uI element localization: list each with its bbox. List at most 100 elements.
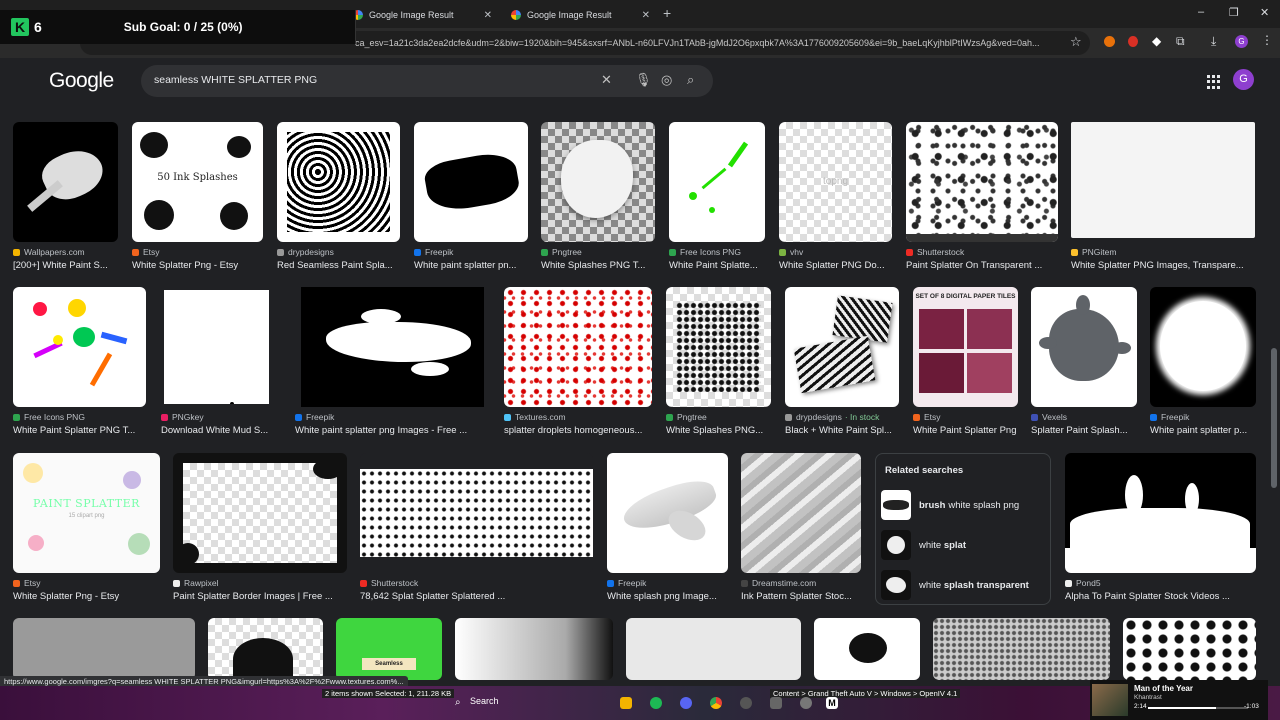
related-search-white-splash-transparent[interactable]: white splash transparent: [876, 565, 1050, 605]
result-thumbnail[interactable]: [1150, 287, 1256, 407]
image-result[interactable]: [814, 618, 920, 680]
related-search-white-splat[interactable]: white splat: [876, 525, 1050, 565]
result-title[interactable]: White Splatter PNG Images, Transpare...: [1071, 260, 1255, 271]
clear-icon[interactable]: ✕: [601, 72, 612, 88]
spotify-icon[interactable]: [650, 697, 662, 709]
result-title[interactable]: White paint splatter pn...: [414, 260, 528, 271]
result-thumbnail[interactable]: [414, 122, 528, 242]
result-title[interactable]: White Paint Splatte...: [669, 260, 765, 271]
result-title[interactable]: Red Seamless Paint Spla...: [277, 260, 400, 271]
result-title[interactable]: White Splatter PNG Do...: [779, 260, 892, 271]
result-thumbnail[interactable]: [504, 287, 652, 407]
image-result[interactable]: SET OF 8 DIGITAL PAPER TILES Etsy White …: [913, 287, 1018, 436]
result-title[interactable]: White Splatter Png - Etsy: [13, 591, 160, 602]
image-result[interactable]: Pngtree White Splashes PNG...: [666, 287, 771, 436]
image-result[interactable]: Rawpixel Paint Splatter Border Images | …: [173, 453, 347, 602]
result-thumbnail[interactable]: [906, 122, 1058, 242]
image-result[interactable]: Pngtree White Splashes PNG T...: [541, 122, 655, 271]
discord-icon[interactable]: [680, 697, 692, 709]
result-title[interactable]: Black + White Paint Spl...: [785, 425, 899, 436]
image-result[interactable]: PNGkey Download White Mud S...: [161, 287, 272, 436]
image-result[interactable]: Freepik White paint splatter png Images …: [295, 287, 490, 436]
result-thumbnail[interactable]: [626, 618, 801, 680]
result-title[interactable]: Paint Splatter Border Images | Free ...: [173, 591, 347, 602]
image-result[interactable]: Shutterstock Paint Splatter On Transpare…: [906, 122, 1058, 271]
result-title[interactable]: White splash png Image...: [607, 591, 728, 602]
image-result[interactable]: [626, 618, 801, 680]
result-thumbnail[interactable]: topng: [779, 122, 892, 242]
image-result[interactable]: [933, 618, 1110, 680]
result-thumbnail[interactable]: [607, 453, 728, 573]
image-result[interactable]: [13, 618, 195, 680]
image-result[interactable]: Vexels Splatter Paint Splash...: [1031, 287, 1137, 436]
result-thumbnail[interactable]: [541, 122, 655, 242]
result-title[interactable]: Ink Pattern Splatter Stoc...: [741, 591, 861, 602]
result-title[interactable]: 78,642 Splat Splatter Splattered ...: [360, 591, 593, 602]
close-tab-icon[interactable]: ✕: [642, 10, 650, 21]
image-result[interactable]: Freepik White paint splatter pn...: [414, 122, 528, 271]
taskbar-search-icon[interactable]: ⌕: [455, 697, 461, 708]
result-thumbnail[interactable]: [173, 453, 347, 573]
result-title[interactable]: White Splashes PNG...: [666, 425, 771, 436]
result-thumbnail[interactable]: 50 Ink Splashes: [132, 122, 263, 242]
result-thumbnail[interactable]: PAINT SPLATTER 15 clipart png: [13, 453, 160, 573]
image-result[interactable]: [208, 618, 323, 680]
result-thumbnail[interactable]: [1123, 618, 1256, 680]
result-title[interactable]: Download White Mud S...: [161, 425, 272, 436]
image-result[interactable]: Pond5 Alpha To Paint Splatter Stock Vide…: [1065, 453, 1256, 602]
image-result[interactable]: [1123, 618, 1256, 680]
result-title[interactable]: [200+] White Paint S...: [13, 260, 118, 271]
microphone-icon[interactable]: 🎙: [635, 72, 652, 88]
result-thumbnail[interactable]: [1065, 453, 1256, 573]
image-result[interactable]: PAINT SPLATTER 15 clipart png Etsy White…: [13, 453, 160, 602]
image-result[interactable]: Textures.com splatter droplets homogeneo…: [504, 287, 652, 436]
result-thumbnail[interactable]: [277, 122, 400, 242]
extension-icon[interactable]: [1104, 36, 1115, 47]
media-progress-track[interactable]: [1148, 707, 1248, 709]
image-result[interactable]: topng vhv White Splatter PNG Do...: [779, 122, 892, 271]
extensions-puzzle-icon[interactable]: ⧉: [1176, 34, 1185, 49]
image-result[interactable]: Seamless: [336, 618, 442, 680]
result-title[interactable]: White paint splatter p...: [1150, 425, 1256, 436]
result-thumbnail[interactable]: Seamless: [336, 618, 442, 680]
result-thumbnail[interactable]: [295, 287, 490, 407]
result-thumbnail[interactable]: [13, 287, 146, 407]
image-result[interactable]: Freepik White splash png Image...: [607, 453, 728, 602]
result-thumbnail[interactable]: [455, 618, 613, 680]
result-title[interactable]: Splatter Paint Splash...: [1031, 425, 1137, 436]
image-result[interactable]: Freepik White paint splatter p...: [1150, 287, 1256, 436]
image-result[interactable]: Wallpapers.com [200+] White Paint S...: [13, 122, 118, 271]
new-tab-button[interactable]: +: [663, 5, 671, 21]
result-thumbnail[interactable]: [785, 287, 899, 407]
result-title[interactable]: White Splatter Png - Etsy: [132, 260, 263, 271]
page-scrollbar[interactable]: [1268, 58, 1280, 686]
search-box[interactable]: seamless WHITE SPLATTER PNG ✕ 🎙 ◎ ⌕: [141, 65, 713, 97]
result-title[interactable]: White Paint Splatter PNG T...: [13, 425, 146, 436]
result-title[interactable]: White Paint Splatter Png - ...: [913, 425, 1018, 436]
result-title[interactable]: White paint splatter png Images - Free .…: [295, 425, 490, 436]
image-result[interactable]: PNGitem White Splatter PNG Images, Trans…: [1071, 122, 1255, 271]
result-thumbnail[interactable]: [814, 618, 920, 680]
search-icon[interactable]: ⌕: [687, 72, 694, 88]
image-result[interactable]: drypdesigns Red Seamless Paint Spla...: [277, 122, 400, 271]
result-thumbnail[interactable]: [360, 453, 593, 573]
image-result[interactable]: Shutterstock 78,642 Splat Splatter Splat…: [360, 453, 593, 602]
minimize-button[interactable]: –: [1198, 6, 1204, 18]
restore-button[interactable]: ❐: [1229, 6, 1239, 19]
result-thumbnail[interactable]: [13, 618, 195, 680]
result-thumbnail[interactable]: [13, 122, 118, 242]
result-thumbnail[interactable]: [666, 287, 771, 407]
app-icon[interactable]: [770, 697, 782, 709]
image-result[interactable]: Free Icons PNG White Paint Splatter PNG …: [13, 287, 146, 436]
scrollbar-thumb[interactable]: [1271, 348, 1277, 488]
result-title[interactable]: Paint Splatter On Transparent ...: [906, 260, 1058, 271]
result-title[interactable]: splatter droplets homogeneous...: [504, 425, 652, 436]
result-thumbnail[interactable]: [1031, 287, 1137, 407]
account-avatar[interactable]: G: [1233, 69, 1254, 90]
related-search-brush-white-splash-png[interactable]: brush white splash png: [876, 485, 1050, 525]
result-thumbnail[interactable]: [1071, 122, 1255, 238]
result-thumbnail[interactable]: [741, 453, 861, 573]
settings-gear-icon[interactable]: [800, 697, 812, 709]
camera-lens-icon[interactable]: ◎: [661, 72, 672, 88]
taskbar-search[interactable]: Search: [470, 696, 499, 706]
